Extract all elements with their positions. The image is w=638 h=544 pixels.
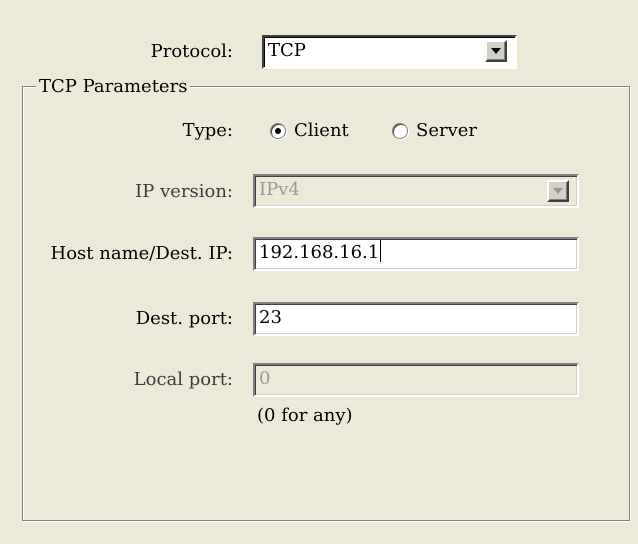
dest-port-label: Dest. port: <box>135 308 233 329</box>
radio-client[interactable]: Client <box>270 120 349 142</box>
radio-client-label: Client <box>294 120 349 141</box>
host-input-value: 192.168.16.1 <box>259 242 380 263</box>
ip-version-dropdown-button[interactable] <box>547 180 569 202</box>
protocol-label: Protocol: <box>150 41 233 62</box>
tcp-parameters-title: TCP Parameters <box>36 76 191 98</box>
dest-port-input-value: 23 <box>259 307 282 328</box>
host-label: Host name/Dest. IP: <box>50 243 233 264</box>
radio-client-indicator <box>270 123 286 139</box>
radio-server-label: Server <box>416 120 478 141</box>
protocol-select-value: TCP <box>268 40 306 61</box>
type-label: Type: <box>182 120 233 141</box>
radio-server[interactable]: Server <box>392 120 477 142</box>
host-input[interactable]: 192.168.16.1 <box>253 237 579 271</box>
local-port-input[interactable]: 0 <box>253 363 579 397</box>
radio-server-indicator <box>392 123 408 139</box>
dest-port-input[interactable]: 23 <box>253 302 579 336</box>
ip-version-select[interactable]: IPv4 <box>253 174 579 208</box>
local-port-input-value: 0 <box>259 368 271 389</box>
protocol-dropdown-button[interactable] <box>485 40 507 62</box>
local-port-hint: (0 for any) <box>257 405 353 426</box>
ip-version-label: IP version: <box>135 181 233 202</box>
local-port-label: Local port: <box>133 369 233 390</box>
chevron-down-icon <box>491 48 501 54</box>
text-caret <box>380 240 382 262</box>
protocol-select[interactable]: TCP <box>262 35 517 69</box>
chevron-down-icon <box>553 188 563 194</box>
ip-version-select-value: IPv4 <box>259 179 300 200</box>
